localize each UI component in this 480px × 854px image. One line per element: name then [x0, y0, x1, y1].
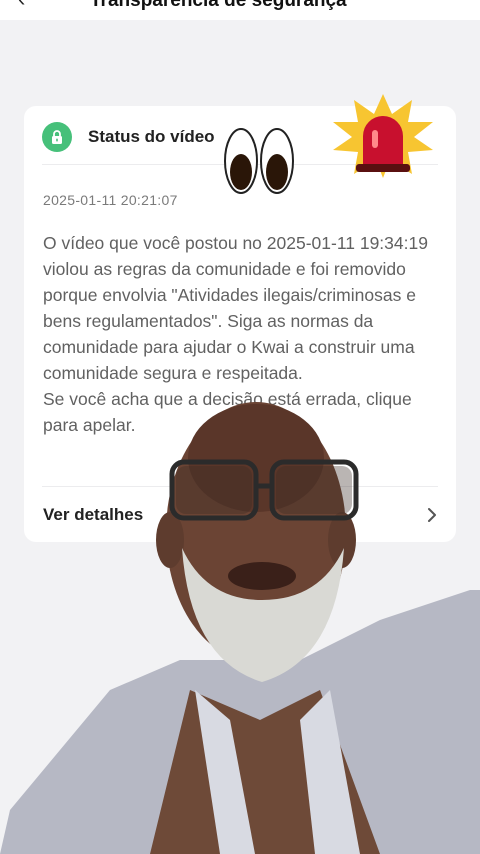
top-navigation-bar: ‹ Transparência de segurança	[0, 0, 480, 20]
lock-icon	[42, 122, 72, 152]
card-header: Status do vídeo	[42, 122, 215, 152]
siren-emoji	[333, 94, 433, 178]
chevron-left-icon[interactable]: ‹	[18, 0, 40, 10]
message-paragraph: O vídeo que você postou no 2025-01-11 19…	[43, 233, 428, 383]
status-timestamp: 2025-01-11 20:21:07	[43, 192, 178, 208]
page-title: Transparência de segurança	[90, 0, 347, 11]
man-speaking-photo	[0, 402, 480, 854]
eyes-emoji	[224, 128, 294, 194]
status-title: Status do vídeo	[88, 127, 215, 146]
